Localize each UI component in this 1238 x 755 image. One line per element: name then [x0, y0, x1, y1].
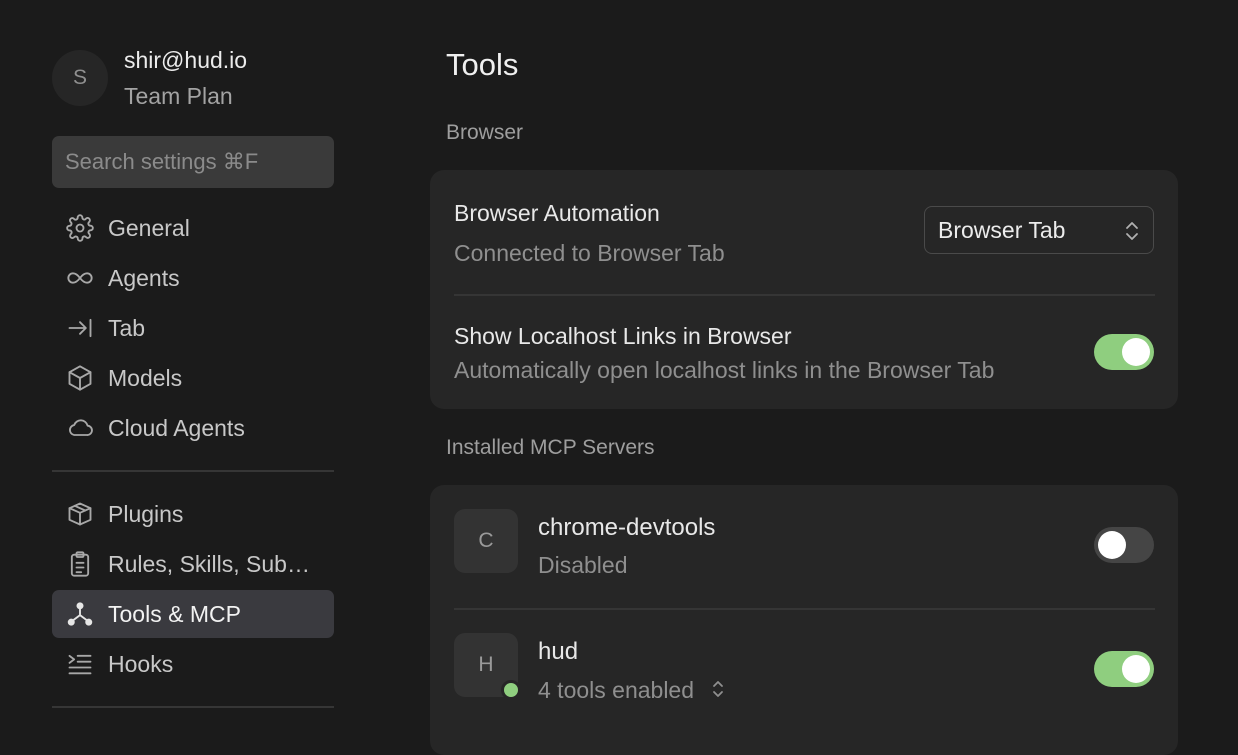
sidebar-item-label: Tools & MCP [108, 600, 241, 627]
section-label-browser: Browser [446, 121, 524, 144]
toggle-knob [1098, 531, 1126, 559]
server-initial: H [478, 653, 494, 676]
browser-automation-subtitle: Connected to Browser Tab [454, 240, 725, 266]
page-title: Tools [446, 47, 519, 82]
sidebar-item-label: Tab [108, 314, 146, 341]
list-indent-icon [52, 650, 108, 678]
hud-toggle[interactable] [1094, 651, 1154, 687]
row-divider [454, 608, 1155, 610]
sidebar-item-general[interactable]: General [52, 204, 334, 252]
sidebar-item-label: Rules, Skills, Sub… [108, 550, 310, 577]
sidebar-item-rules[interactable]: Rules, Skills, Sub… [52, 540, 334, 588]
gear-icon [52, 214, 108, 242]
browser-mode-select[interactable]: Browser Tab [924, 206, 1154, 254]
server-avatar: H [454, 633, 521, 700]
browser-mode-value: Browser Tab [938, 216, 1066, 243]
row-divider [454, 294, 1155, 296]
user-plan: Team Plan [124, 83, 233, 109]
sidebar-item-agents[interactable]: Agents [52, 254, 334, 302]
server-status: Disabled [538, 552, 628, 578]
server-status: 4 tools enabled [538, 677, 695, 703]
localhost-links-toggle[interactable] [1094, 334, 1154, 370]
browser-automation-title: Browser Automation [454, 200, 660, 226]
cube-icon [52, 364, 108, 392]
sidebar-item-label: Models [108, 364, 183, 391]
status-dot [501, 680, 521, 700]
sidebar-item-label: Plugins [108, 500, 184, 527]
clipboard-icon [52, 550, 108, 578]
sidebar-item-hooks[interactable]: Hooks [52, 640, 334, 688]
server-name: chrome-devtools [538, 514, 716, 541]
server-avatar: C [454, 509, 518, 573]
server-initial: C [478, 529, 494, 552]
infinity-icon [52, 264, 108, 292]
cloud-icon [52, 414, 108, 442]
localhost-links-title: Show Localhost Links in Browser [454, 323, 792, 349]
chevron-up-down-icon [710, 678, 726, 705]
browser-settings-card: Browser Automation Connected to Browser … [430, 170, 1178, 409]
settings-sidebar: S shir@hud.io Team Plan Search settings … [52, 0, 334, 734]
section-label-mcp: Installed MCP Servers [446, 436, 655, 459]
sidebar-item-label: Hooks [108, 650, 174, 677]
sidebar-divider [52, 470, 334, 472]
chevron-up-down-icon [1126, 222, 1138, 240]
sidebar-item-plugins[interactable]: Plugins [52, 490, 334, 538]
sidebar-item-tools-mcp[interactable]: Tools & MCP [52, 590, 334, 638]
sidebar-divider [52, 706, 334, 708]
toggle-knob [1122, 655, 1150, 683]
user-email: shir@hud.io [124, 47, 248, 73]
toggle-knob [1122, 338, 1150, 366]
chrome-devtools-toggle[interactable] [1094, 527, 1154, 563]
server-name: hud [538, 638, 579, 665]
tab-arrow-icon [52, 314, 108, 342]
localhost-links-subtitle: Automatically open localhost links in th… [454, 357, 995, 383]
sidebar-item-tab[interactable]: Tab [52, 304, 334, 352]
sidebar-item-cloud-agents[interactable]: Cloud Agents [52, 404, 334, 452]
mcp-servers-card: C chrome-devtools Disabled H hud 4 tools… [430, 485, 1178, 755]
sidebar-item-label: Cloud Agents [108, 414, 245, 441]
search-input[interactable]: Search settings ⌘F [52, 136, 334, 188]
tools-enabled-dropdown[interactable]: 4 tools enabled [538, 677, 726, 705]
sidebar-item-label: General [108, 214, 190, 241]
avatar[interactable]: S [52, 50, 108, 106]
sidebar-item-label: Agents [108, 264, 180, 291]
sidebar-item-models[interactable]: Models [52, 354, 334, 402]
nodes-icon [52, 600, 108, 628]
package-icon [52, 500, 108, 528]
